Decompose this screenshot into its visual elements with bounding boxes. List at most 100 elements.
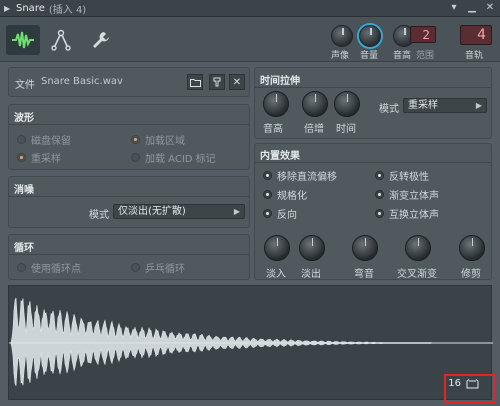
collapse-arrow-icon[interactable]: ▶ — [4, 4, 16, 13]
divider — [9, 196, 249, 197]
fade-out-label: 淡出 — [301, 269, 321, 280]
reverse-label: 反向 — [277, 210, 297, 221]
resample-label: 重采样 — [31, 154, 61, 165]
tab-sample-settings[interactable] — [6, 25, 40, 55]
declick-mode-label: 模式 — [89, 210, 109, 221]
clear-file-button[interactable]: ✕ — [229, 74, 245, 90]
declick-mode-value: 仅淡出(无扩散) — [118, 206, 186, 217]
minimize-icon[interactable]: ▁ — [466, 2, 478, 14]
divider — [9, 124, 249, 125]
bend-label: 弯音 — [354, 269, 374, 280]
waveform-tab-icon — [12, 31, 34, 49]
close-icon[interactable]: ✕ — [484, 2, 496, 14]
load-acid-option[interactable]: 加载 ACID 标记 — [131, 150, 216, 165]
loop-title: 循环 — [14, 243, 34, 254]
radio-dot — [17, 263, 26, 272]
range-counter[interactable]: 2 — [410, 26, 436, 43]
waveform-display[interactable]: 16 — [8, 285, 493, 400]
disk-keep-option[interactable]: 磁盘保留 — [17, 132, 71, 147]
swap-stereo-label: 互换立体声 — [389, 210, 439, 221]
radio-dot — [131, 153, 140, 162]
normalize-label: 规格化 — [277, 191, 307, 202]
pitch-label: 音高 — [393, 51, 412, 61]
top-toolbar: 声像 音量 音高 2 范围 4 音轨 — [0, 17, 500, 62]
reverse-polarity-label: 反转极性 — [389, 172, 429, 183]
radio-dot — [375, 190, 384, 199]
resample-option[interactable]: 重采样 — [17, 150, 61, 165]
radio-dot — [375, 209, 384, 218]
pan-label: 声像 — [331, 51, 350, 61]
track-label: 音轨 — [465, 51, 484, 61]
crossfade-knob[interactable] — [405, 235, 431, 261]
ts-multiply-label: 倍增 — [304, 124, 324, 135]
use-loop-points-option[interactable]: 使用循环点 — [17, 260, 81, 275]
open-folder-button[interactable] — [187, 74, 203, 90]
bend-knob[interactable] — [352, 235, 378, 261]
ts-mode-label: 模式 — [379, 104, 399, 115]
ts-pitch-label: 音高 — [263, 124, 283, 135]
tab-envelope[interactable] — [44, 25, 78, 55]
fx-panel: 内置效果 移除直流偏移 反转极性 规格化 渐变立体声 反向 互换立体声 淡入 淡… — [254, 143, 492, 280]
trim-knob[interactable] — [459, 235, 485, 261]
ts-time-label: 时间 — [336, 124, 356, 135]
load-regions-label: 加载区域 — [145, 136, 185, 147]
load-regions-option[interactable]: 加载区域 — [131, 132, 185, 147]
fx-title: 内置效果 — [260, 151, 300, 162]
fade-in-label: 淡入 — [266, 269, 286, 280]
radio-dot — [263, 209, 272, 218]
crossfade-label: 交叉渐变 — [397, 269, 437, 280]
window-menu-icon[interactable]: ▾ — [448, 2, 460, 14]
fade-out-knob[interactable] — [299, 235, 325, 261]
chevron-right-icon: ▶ — [475, 101, 482, 110]
ts-multiply-knob[interactable] — [302, 91, 328, 117]
pin-icon — [213, 77, 221, 87]
swap-stereo-option[interactable]: 互换立体声 — [375, 206, 439, 221]
reverse-polarity-option[interactable]: 反转极性 — [375, 168, 429, 183]
close-icon: ✕ — [232, 76, 242, 88]
window-title: Snare — [16, 2, 45, 14]
file-label: 文件 — [15, 80, 35, 91]
timestretch-panel: 时间拉伸 音高 倍增 时间 模式 重采样 ▶ — [254, 67, 492, 139]
wrench-tab-icon — [93, 32, 109, 48]
trim-label: 修剪 — [461, 269, 481, 280]
ts-mode-value: 重采样 — [408, 100, 438, 111]
fade-stereo-option[interactable]: 渐变立体声 — [375, 187, 439, 202]
track-counter[interactable]: 4 — [460, 25, 492, 45]
waveform-title: 波形 — [14, 113, 34, 124]
timestretch-title: 时间拉伸 — [260, 76, 300, 87]
file-panel: 文件 Snare Basic.wav ✕ — [8, 67, 250, 97]
waveform-panel: 波形 磁盘保留 加载区域 重采样 加载 ACID 标记 — [8, 104, 250, 170]
title-bar: ▶ Snare (插入 4) ▾ ▁ ✕ — [0, 0, 500, 17]
radio-dot — [375, 171, 384, 180]
volume-label: 音量 — [360, 51, 379, 61]
ts-time-knob[interactable] — [334, 91, 360, 117]
waveform-graphic — [9, 297, 493, 386]
divider — [255, 162, 491, 163]
chevron-right-icon: ▶ — [233, 207, 240, 216]
radio-dot — [17, 153, 26, 162]
disk-keep-label: 磁盘保留 — [31, 136, 71, 147]
pan-knob[interactable] — [331, 25, 353, 47]
use-loop-points-label: 使用循环点 — [31, 264, 81, 275]
remove-dc-option[interactable]: 移除直流偏移 — [263, 168, 337, 183]
ping-pong-label: 乒乓循环 — [145, 264, 185, 275]
declick-title: 消噪 — [14, 185, 34, 196]
normalize-option[interactable]: 规格化 — [263, 187, 307, 202]
reverse-option[interactable]: 反向 — [263, 206, 297, 221]
declick-mode-dropdown[interactable]: 仅淡出(无扩散) ▶ — [113, 204, 245, 219]
ping-pong-option[interactable]: 乒乓循环 — [131, 260, 185, 275]
window-subtitle: (插入 4) — [48, 4, 87, 16]
fade-in-knob[interactable] — [264, 235, 290, 261]
pin-button[interactable] — [209, 74, 225, 90]
divider — [9, 254, 249, 255]
volume-knob[interactable] — [359, 25, 381, 47]
tab-misc[interactable] — [84, 25, 118, 55]
radio-dot — [263, 171, 272, 180]
range-label: 范围 — [416, 51, 435, 61]
radio-dot — [131, 135, 140, 144]
ts-mode-dropdown[interactable]: 重采样 ▶ — [403, 98, 487, 113]
file-name: Snare Basic.wav — [41, 76, 123, 87]
declick-panel: 消噪 模式 仅淡出(无扩散) ▶ — [8, 176, 250, 228]
ts-pitch-knob[interactable] — [263, 91, 289, 117]
folder-icon — [189, 78, 201, 87]
